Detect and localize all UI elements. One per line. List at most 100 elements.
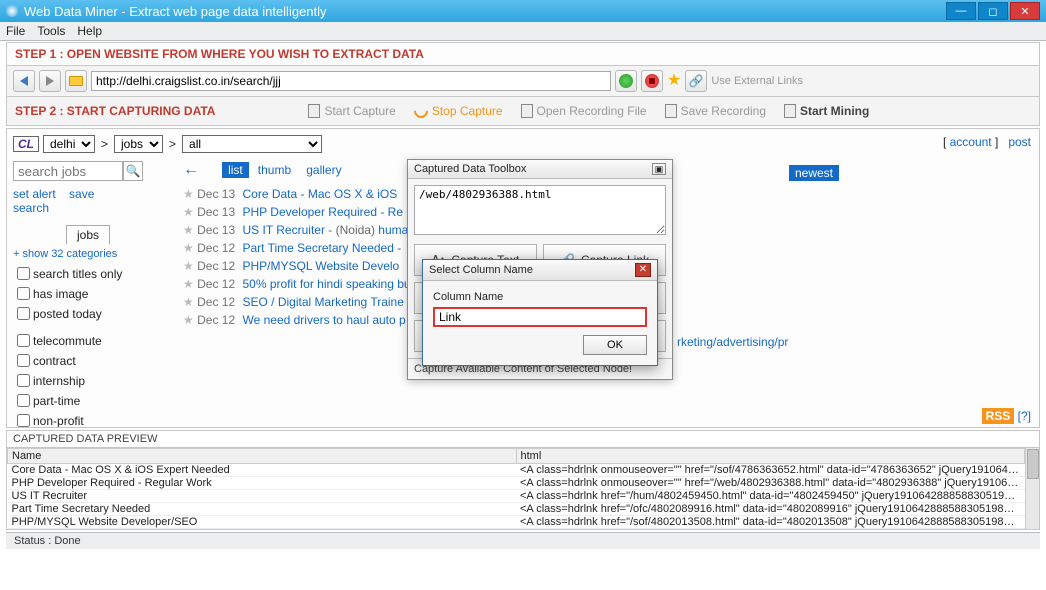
toolbox-pin-icon[interactable]: ▣ — [652, 163, 666, 175]
url-input[interactable] — [91, 71, 611, 91]
preview-row[interactable]: PHP/MYSQL Website Developer/SEO<A class=… — [8, 516, 1025, 529]
column-name-input[interactable] — [433, 307, 647, 327]
filter-contract[interactable]: contract — [13, 351, 163, 370]
fav-star-icon[interactable]: ★ — [183, 205, 194, 219]
external-links-label: Use External Links — [711, 75, 803, 87]
view-gallery[interactable]: gallery — [300, 162, 347, 178]
post-title-link[interactable]: Part Time Secretary Needed - — [242, 241, 401, 255]
play-icon — [619, 74, 633, 88]
post-date: Dec 12 — [197, 259, 235, 273]
set-alert-link[interactable]: set alert — [13, 187, 56, 201]
ok-button[interactable]: OK — [583, 335, 647, 355]
craigslist-logo[interactable]: CL — [13, 136, 39, 152]
fav-star-icon[interactable]: ★ — [183, 313, 194, 327]
menu-tools[interactable]: Tools — [37, 24, 65, 38]
rss-button[interactable]: RSS — [982, 408, 1015, 424]
fav-star-icon[interactable]: ★ — [183, 241, 194, 255]
maximize-button[interactable]: ◻ — [978, 2, 1008, 20]
step2-label: STEP 2 : START CAPTURING DATA — [13, 104, 217, 118]
preview-row[interactable]: Part Time Secretary Needed<A class=hdrln… — [8, 503, 1025, 516]
subcategory-select[interactable]: all — [182, 135, 322, 153]
scroll-thumb[interactable] — [1027, 449, 1039, 479]
preview-html-cell: <A class=hdrlnk onmouseover="" href="/so… — [516, 464, 1025, 477]
preview-name-cell: Core Data - Mac OS X & iOS Expert Needed — [8, 464, 517, 477]
fav-star-icon[interactable]: ★ — [183, 277, 194, 291]
toolbox-title: Captured Data Toolbox — [414, 163, 526, 175]
external-links-toggle[interactable]: 🔗 — [685, 70, 707, 92]
open-recording-button[interactable]: Open Recording File — [514, 101, 654, 121]
search-link[interactable]: search — [13, 201, 49, 215]
filter-part-time[interactable]: part-time — [13, 391, 163, 410]
mining-icon — [784, 104, 796, 118]
peek-link[interactable]: rketing/advertising/pr — [677, 335, 788, 349]
back-button[interactable] — [13, 70, 35, 92]
post-title-link[interactable]: US IT Recruiter — [242, 223, 324, 237]
col-html-header[interactable]: html — [516, 449, 1025, 464]
dialog-close-button[interactable]: ✕ — [635, 263, 651, 277]
fav-star-icon[interactable]: ★ — [183, 295, 194, 309]
close-button[interactable]: ✕ — [1010, 2, 1040, 20]
sort-newest[interactable]: newest — [789, 165, 839, 181]
captured-data-preview: CAPTURED DATA PREVIEW Name html Core Dat… — [6, 430, 1040, 530]
category-select[interactable]: jobs — [114, 135, 163, 153]
preview-row[interactable]: US IT Recruiter<A class=hdrlnk href="/hu… — [8, 490, 1025, 503]
col-name-header[interactable]: Name — [8, 449, 517, 464]
view-thumb[interactable]: thumb — [252, 162, 297, 178]
jobs-tab[interactable]: jobs — [66, 225, 110, 244]
rss-help[interactable]: [?] — [1018, 409, 1031, 423]
stop-button[interactable] — [641, 70, 663, 92]
city-select[interactable]: delhi — [43, 135, 95, 153]
account-links: [ account ] post — [943, 135, 1031, 149]
post-link[interactable]: post — [1008, 135, 1031, 149]
show-categories-link[interactable]: + show 32 categories — [13, 248, 163, 260]
start-capture-button[interactable]: Start Capture — [301, 101, 402, 121]
filter-internship[interactable]: internship — [13, 371, 163, 390]
post-date: Dec 12 — [197, 241, 235, 255]
preview-row[interactable]: PHP Developer Required - Regular Work<A … — [8, 477, 1025, 490]
folder-icon — [69, 76, 83, 86]
save-search-link[interactable]: save — [69, 187, 94, 201]
filter-telecommute[interactable]: telecommute — [13, 331, 163, 350]
captured-url-field[interactable]: /web/4802936388.html — [414, 185, 666, 235]
preview-row[interactable]: Core Data - Mac OS X & iOS Expert Needed… — [8, 464, 1025, 477]
filter-non-profit[interactable]: non-profit — [13, 411, 163, 428]
column-name-label: Column Name — [433, 291, 647, 303]
post-title-link[interactable]: We need drivers to haul auto p — [242, 313, 405, 327]
browser-viewport: CL delhi > jobs > all [ account ] post 🔍… — [6, 128, 1040, 428]
filter-posted-today[interactable]: posted today — [13, 304, 163, 323]
post-title-link[interactable]: PHP/MYSQL Website Develo — [242, 259, 399, 273]
favorites-button[interactable] — [65, 70, 87, 92]
post-title-link[interactable]: 50% profit for hindi speaking bu — [242, 277, 410, 291]
filters-sidebar: 🔍 set alert save search jobs + show 32 c… — [13, 161, 163, 428]
fav-star-icon[interactable]: ★ — [183, 259, 194, 273]
post-title-link[interactable]: PHP Developer Required - Re — [242, 205, 403, 219]
fav-star-icon[interactable]: ★ — [183, 187, 194, 201]
post-category-link[interactable]: huma — [378, 223, 408, 237]
preview-html-cell: <A class=hdrlnk href="/sof/4802013508.ht… — [516, 516, 1025, 529]
minimize-button[interactable]: — — [946, 2, 976, 20]
view-list[interactable]: list — [222, 162, 249, 178]
post-date: Dec 13 — [197, 223, 235, 237]
preview-scrollbar[interactable] — [1025, 448, 1039, 529]
stop-capture-button[interactable]: Stop Capture — [407, 101, 510, 121]
post-date: Dec 13 — [197, 205, 235, 219]
preview-name-cell: Part Time Secretary Needed — [8, 503, 517, 516]
filter-has-image[interactable]: has image — [13, 284, 163, 303]
search-input[interactable] — [13, 161, 123, 181]
post-date: Dec 12 — [197, 277, 235, 291]
start-mining-button[interactable]: Start Mining — [777, 101, 876, 121]
star-icon[interactable]: ★ — [667, 73, 681, 89]
preview-name-cell: PHP Developer Required - Regular Work — [8, 477, 517, 490]
filter-titles-only[interactable]: search titles only — [13, 264, 163, 283]
account-link[interactable]: account — [950, 135, 992, 149]
save-recording-button[interactable]: Save Recording — [658, 101, 773, 121]
post-title-link[interactable]: Core Data - Mac OS X & iOS — [242, 187, 397, 201]
go-button[interactable] — [615, 70, 637, 92]
forward-button[interactable] — [39, 70, 61, 92]
menu-help[interactable]: Help — [77, 24, 102, 38]
search-button[interactable]: 🔍 — [123, 161, 143, 181]
post-title-link[interactable]: SEO / Digital Marketing Traine — [242, 295, 403, 309]
fav-star-icon[interactable]: ★ — [183, 223, 194, 237]
prev-page-arrow[interactable]: ← — [183, 161, 199, 178]
menu-file[interactable]: File — [6, 24, 25, 38]
